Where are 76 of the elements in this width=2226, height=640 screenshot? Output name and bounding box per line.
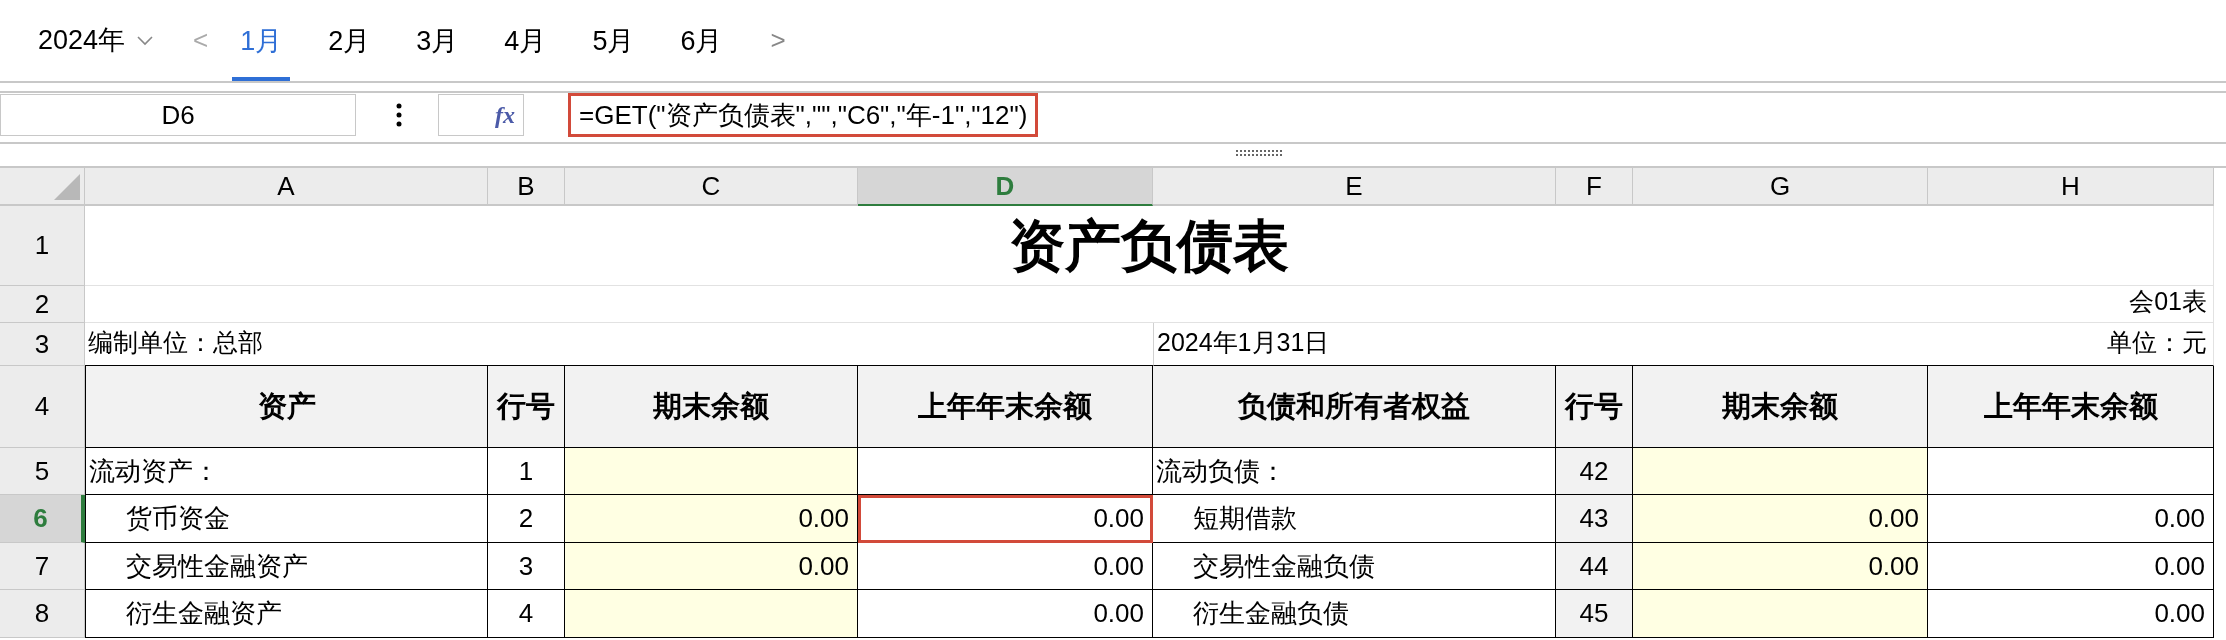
column-header[interactable]: A <box>85 168 488 206</box>
row-header[interactable]: 3 <box>0 323 85 366</box>
row-header[interactable]: 2 <box>0 286 85 323</box>
year-dropdown[interactable]: 2024年 <box>38 20 154 61</box>
header-cell: 期末余额 <box>565 366 858 448</box>
month-tab[interactable]: 5月 <box>584 0 643 81</box>
month-tab[interactable]: 3月 <box>408 0 467 81</box>
month-tab[interactable]: 2月 <box>320 0 379 81</box>
header-cell: 上年年末余额 <box>858 366 1153 448</box>
row-header[interactable]: 4 <box>0 366 85 448</box>
table-cell[interactable]: 0.00 <box>858 590 1153 638</box>
table-cell[interactable] <box>1633 448 1928 495</box>
header-cell: 资产 <box>85 366 488 448</box>
table-cell[interactable]: 衍生金融资产 <box>85 590 488 638</box>
row-header[interactable]: 8 <box>0 590 85 638</box>
column-header[interactable]: B <box>488 168 565 206</box>
row-header[interactable]: 7 <box>0 543 85 590</box>
table-cell[interactable] <box>1633 590 1928 638</box>
month-tab[interactable]: 1月 <box>232 0 291 81</box>
table-cell[interactable] <box>565 590 858 638</box>
chevron-down-icon <box>137 35 154 46</box>
column-header[interactable]: H <box>1928 168 2214 206</box>
column-header[interactable]: D <box>858 168 1153 206</box>
table-cell[interactable]: 0.00 <box>1928 495 2214 543</box>
table-cell[interactable] <box>565 448 858 495</box>
function-button[interactable]: fx <box>495 97 515 133</box>
resize-handle[interactable] <box>1236 150 1282 156</box>
table-cell[interactable]: 0.00 <box>1633 495 1928 543</box>
column-header[interactable]: C <box>565 168 858 206</box>
table-cell[interactable]: 2 <box>488 495 565 543</box>
column-header[interactable]: E <box>1153 168 1556 206</box>
column-header[interactable]: G <box>1633 168 1928 206</box>
unit-label: 编制单位：总部 <box>88 326 263 358</box>
table-cell[interactable]: 衍生金融负债 <box>1153 590 1556 638</box>
currency-unit: 单位：元 <box>2107 326 2207 358</box>
table-cell[interactable]: 1 <box>488 448 565 495</box>
next-button[interactable]: > <box>770 21 786 60</box>
formula-field[interactable]: =GET("资产负债表","","C6","年-1","12") <box>568 93 1039 137</box>
row-header[interactable]: 5 <box>0 448 85 495</box>
table-cell[interactable]: 45 <box>1556 590 1633 638</box>
table-cell[interactable]: 44 <box>1556 543 1633 590</box>
table-cell[interactable]: 0.00 <box>858 543 1153 590</box>
row-header[interactable]: 6 <box>0 495 85 543</box>
table-cell[interactable]: 0.00 <box>1928 543 2214 590</box>
table-cell[interactable]: 短期借款 <box>1153 495 1556 543</box>
header-cell: 上年年末余额 <box>1928 366 2214 448</box>
column-header[interactable]: F <box>1556 168 1633 206</box>
table-cell[interactable]: 0.00 <box>565 543 858 590</box>
table-cell[interactable]: 3 <box>488 543 565 590</box>
table-cell[interactable]: 42 <box>1556 448 1633 495</box>
table-cell[interactable]: 交易性金融负债 <box>1153 543 1556 590</box>
table-cell[interactable]: 流动负债： <box>1153 448 1556 495</box>
table-cell[interactable]: 0.00 <box>858 495 1153 543</box>
sheet-title: 资产负债表 <box>1009 212 1289 279</box>
row-header[interactable]: 1 <box>0 206 85 286</box>
table-cell[interactable]: 流动资产： <box>85 448 488 495</box>
table-cell[interactable]: 0.00 <box>565 495 858 543</box>
form-number: 会01表 <box>2129 285 2207 317</box>
table-cell[interactable]: 4 <box>488 590 565 638</box>
header-cell: 负债和所有者权益 <box>1153 366 1556 448</box>
report-date: 2024年1月31日 <box>1157 326 1330 358</box>
header-cell: 期末余额 <box>1633 366 1928 448</box>
table-cell[interactable] <box>1928 448 2214 495</box>
cell-reference-field[interactable]: D6 <box>0 94 356 136</box>
table-cell[interactable]: 交易性金融资产 <box>85 543 488 590</box>
table-cell[interactable] <box>858 448 1153 495</box>
more-vertical-icon[interactable] <box>396 103 402 127</box>
month-tab[interactable]: 6月 <box>672 0 731 81</box>
header-cell: 行号 <box>488 366 565 448</box>
table-cell[interactable]: 货币资金 <box>85 495 488 543</box>
table-cell[interactable]: 0.00 <box>1928 590 2214 638</box>
month-tab[interactable]: 4月 <box>496 0 555 81</box>
header-cell: 行号 <box>1556 366 1633 448</box>
table-cell[interactable]: 0.00 <box>1633 543 1928 590</box>
table-cell[interactable]: 43 <box>1556 495 1633 543</box>
triangle-icon <box>54 174 80 200</box>
